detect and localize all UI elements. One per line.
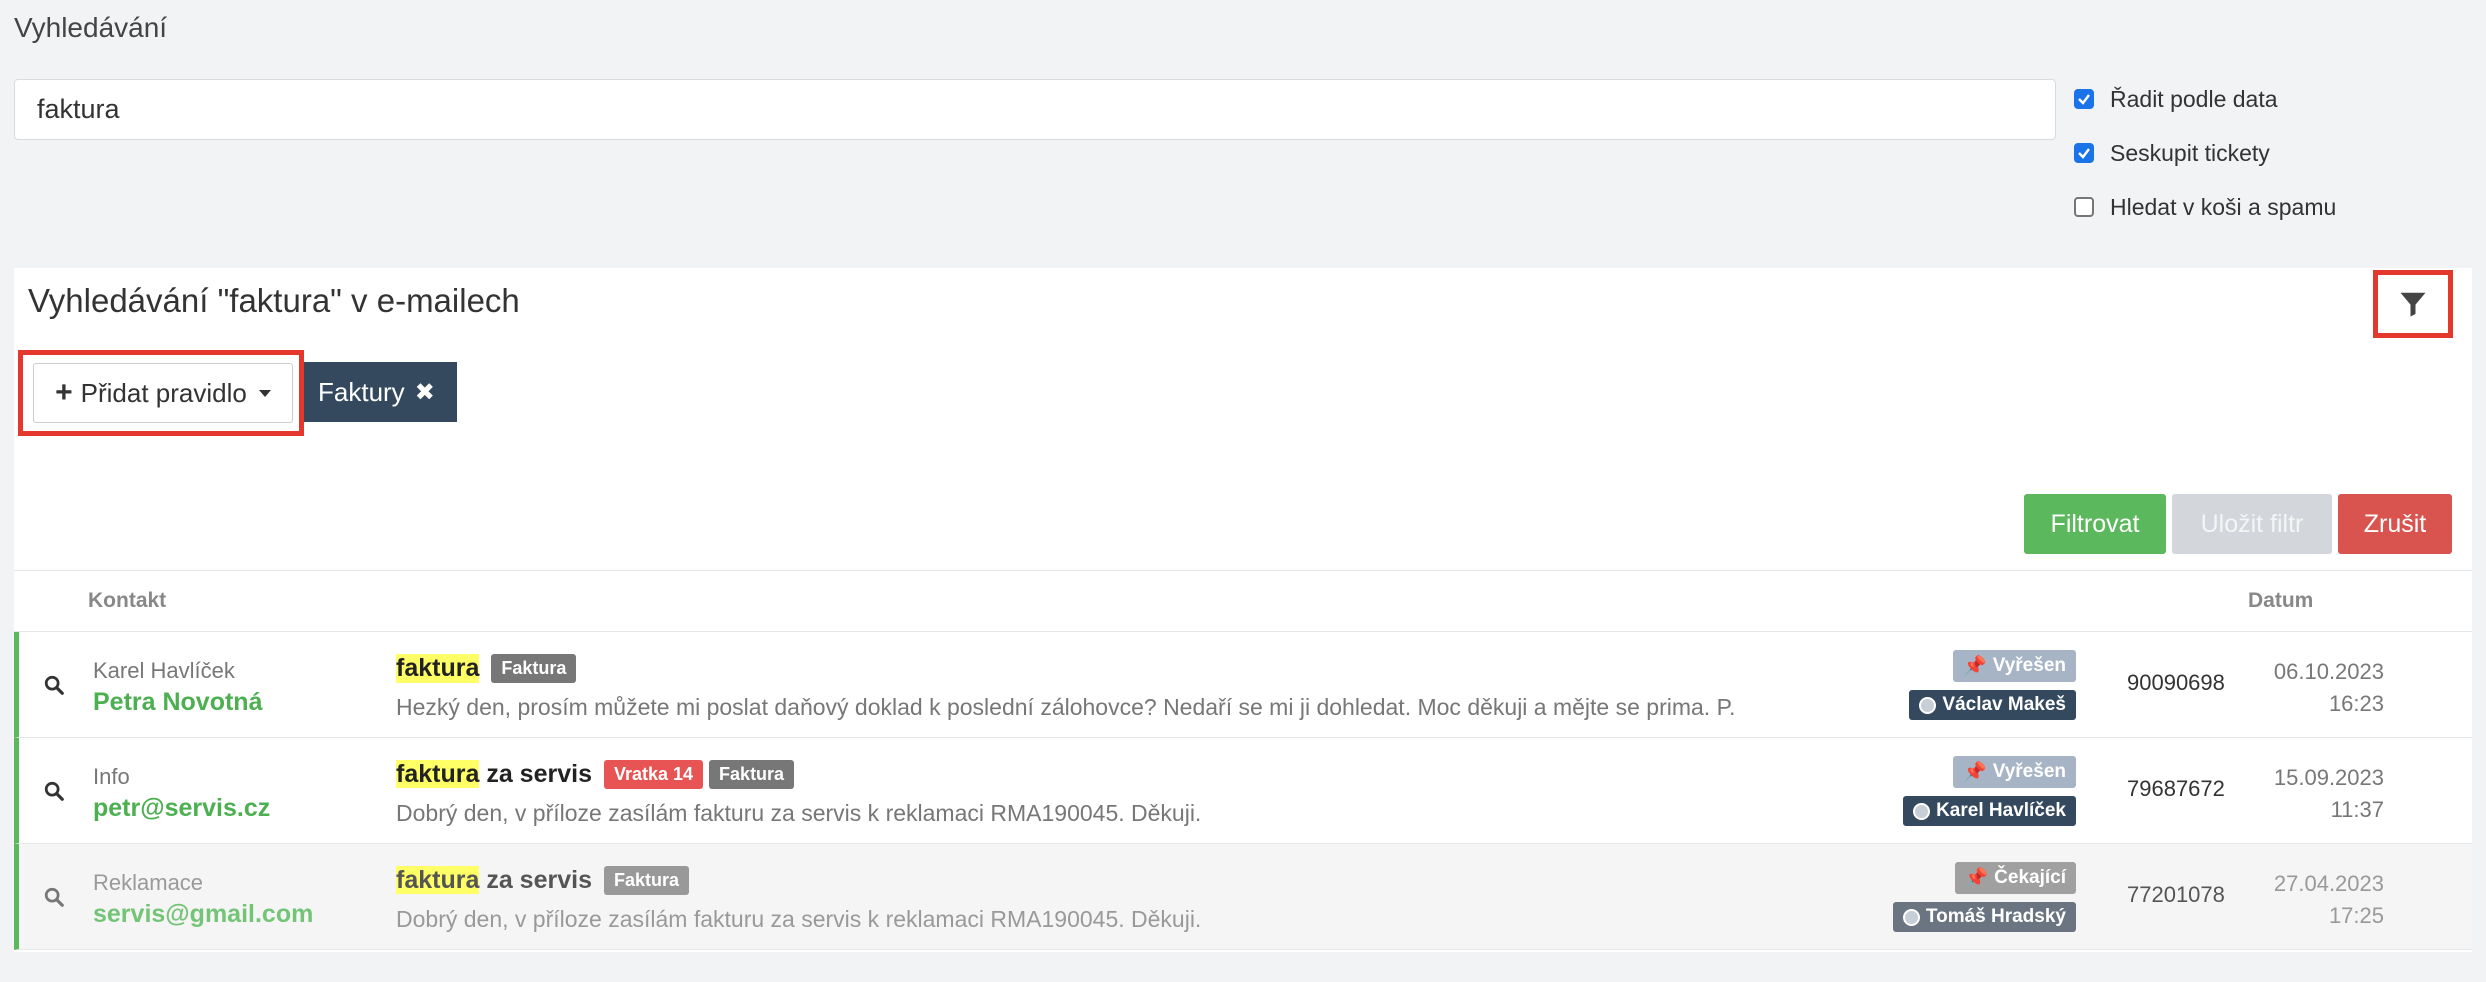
pin-icon: 📌 [1963, 656, 1987, 677]
label-faktura: Faktura [603, 866, 689, 895]
magnifier-icon[interactable] [43, 780, 65, 802]
checkbox-group-tickets[interactable] [2074, 143, 2094, 163]
checkbox-sort-by-date[interactable] [2074, 89, 2094, 109]
pin-icon: 📌 [1964, 868, 1989, 889]
subject-highlight: faktura [396, 654, 480, 683]
table-row[interactable]: Karel Havlíček Petra Novotná faktura Fak… [14, 632, 2472, 738]
row-status: 📌 Vyřešen Václav Makeš [1909, 650, 2076, 720]
date-day: 27.04.2023 [2273, 871, 2384, 896]
date-time: 11:37 [2330, 797, 2384, 822]
checkbox-search-trash-spam[interactable] [2074, 197, 2094, 217]
pin-icon: 📌 [1963, 762, 1987, 783]
row-preview: Dobrý den, v příloze zasílám fakturu za … [396, 800, 1202, 826]
caret-down-icon [258, 389, 271, 397]
table-row[interactable]: Reklamace servis@gmail.com faktura za se… [14, 844, 2472, 950]
rule-tag-label: Faktury [318, 376, 405, 407]
agent-name: Karel Havlíček [1936, 800, 2066, 821]
status-badge: 📌 Vyřešen [1953, 650, 2076, 682]
page-title: Vyhledávání [14, 12, 168, 43]
status-badge: 📌 Čekající [1954, 862, 2076, 894]
row-subject[interactable]: faktura za servis Vratka 14 Faktura [396, 760, 795, 789]
label-vratka: Vratka 14 [603, 760, 704, 789]
subject-rest: za servis [486, 866, 592, 894]
row-ticket-id: 77201078 [2127, 882, 2225, 907]
date-time: 16:23 [2328, 691, 2384, 716]
date-day: 06.10.2023 [2273, 659, 2384, 684]
status-badge: 📌 Vyřešen [1953, 756, 2076, 788]
option-label: Řadit podle data [2110, 85, 2278, 112]
row-subject[interactable]: faktura za servis Faktura [396, 866, 689, 895]
option-label: Hledat v koši a spamu [2110, 193, 2337, 220]
avatar [1902, 908, 1920, 926]
option-group-tickets[interactable]: Seskupit tickety [2074, 126, 2336, 180]
add-rule-button[interactable]: + Přidat pravidlo [33, 363, 293, 423]
row-preview: Hezký den, prosím můžete mi poslat daňov… [396, 694, 1736, 720]
add-rule-label: Přidat pravidlo [80, 377, 247, 408]
option-label: Seskupit tickety [2110, 139, 2270, 166]
row-contact[interactable]: Petra Novotná [93, 688, 262, 717]
magnifier-icon[interactable] [43, 886, 65, 908]
row-sender: Info [93, 764, 130, 789]
agent-badge: Tomáš Hradský [1892, 902, 2076, 932]
subject-rest: za servis [486, 760, 592, 788]
row-sender: Reklamace [93, 870, 204, 895]
status-label: Vyřešen [1992, 761, 2066, 782]
cancel-button[interactable]: Zrušit [2338, 494, 2452, 554]
row-date: 15.09.2023 11:37 [2274, 762, 2384, 826]
agent-badge: Václav Makeš [1909, 690, 2076, 720]
row-ticket-id: 79687672 [2127, 776, 2225, 801]
filter-button[interactable]: Filtrovat [2024, 494, 2166, 554]
close-icon[interactable]: ✖ [415, 378, 435, 407]
search-options: Řadit podle data Seskupit tickety Hledat… [2074, 72, 2336, 234]
agent-badge: Karel Havlíček [1903, 796, 2076, 826]
agent-name: Tomáš Hradský [1925, 906, 2066, 927]
search-input[interactable] [14, 79, 2056, 140]
subject-highlight: faktura [396, 760, 480, 788]
status-label: Čekající [1994, 867, 2066, 888]
date-time: 17:25 [2328, 903, 2384, 928]
header-date: Datum [2248, 589, 2314, 612]
row-contact[interactable]: servis@gmail.com [93, 900, 313, 929]
save-filter-button[interactable]: Uložit filtr [2172, 494, 2332, 554]
option-search-trash-spam[interactable]: Hledat v koši a spamu [2074, 180, 2336, 234]
agent-name: Václav Makeš [1942, 694, 2066, 715]
label-faktura: Faktura [491, 654, 577, 683]
table-header: Kontakt Datum [14, 570, 2472, 632]
status-label: Vyřešen [1992, 655, 2066, 676]
row-date: 06.10.2023 16:23 [2274, 656, 2384, 720]
filter-funnel-icon [2400, 292, 2426, 317]
row-ticket-id: 90090698 [2127, 670, 2225, 695]
magnifier-icon[interactable] [43, 674, 65, 696]
row-sender: Karel Havlíček [93, 658, 235, 683]
row-contact[interactable]: petr@servis.cz [93, 794, 270, 823]
option-sort-by-date[interactable]: Řadit podle data [2074, 72, 2336, 126]
label-faktura: Faktura [709, 760, 795, 789]
rule-tag-faktury[interactable]: Faktury ✖ [304, 362, 457, 422]
avatar [1919, 696, 1937, 714]
row-subject[interactable]: faktura Faktura [396, 654, 577, 683]
row-preview: Dobrý den, v příloze zasílám fakturu za … [396, 906, 1202, 932]
filter-toggle-button[interactable] [2373, 270, 2453, 338]
date-day: 15.09.2023 [2273, 765, 2384, 790]
table-row[interactable]: Info petr@servis.cz faktura za servis Vr… [14, 738, 2472, 844]
results-panel: Vyhledávání "faktura" v e-mailech + Přid… [14, 268, 2472, 952]
row-date: 27.04.2023 17:25 [2274, 868, 2384, 932]
row-status: 📌 Čekající Tomáš Hradský [1892, 862, 2076, 932]
subject-highlight: faktura [396, 866, 480, 894]
header-contact: Kontakt [88, 589, 167, 612]
panel-title: Vyhledávání "faktura" v e-mailech [28, 282, 520, 319]
plus-icon: + [55, 376, 73, 409]
row-status: 📌 Vyřešen Karel Havlíček [1903, 756, 2076, 826]
avatar [1913, 802, 1931, 820]
